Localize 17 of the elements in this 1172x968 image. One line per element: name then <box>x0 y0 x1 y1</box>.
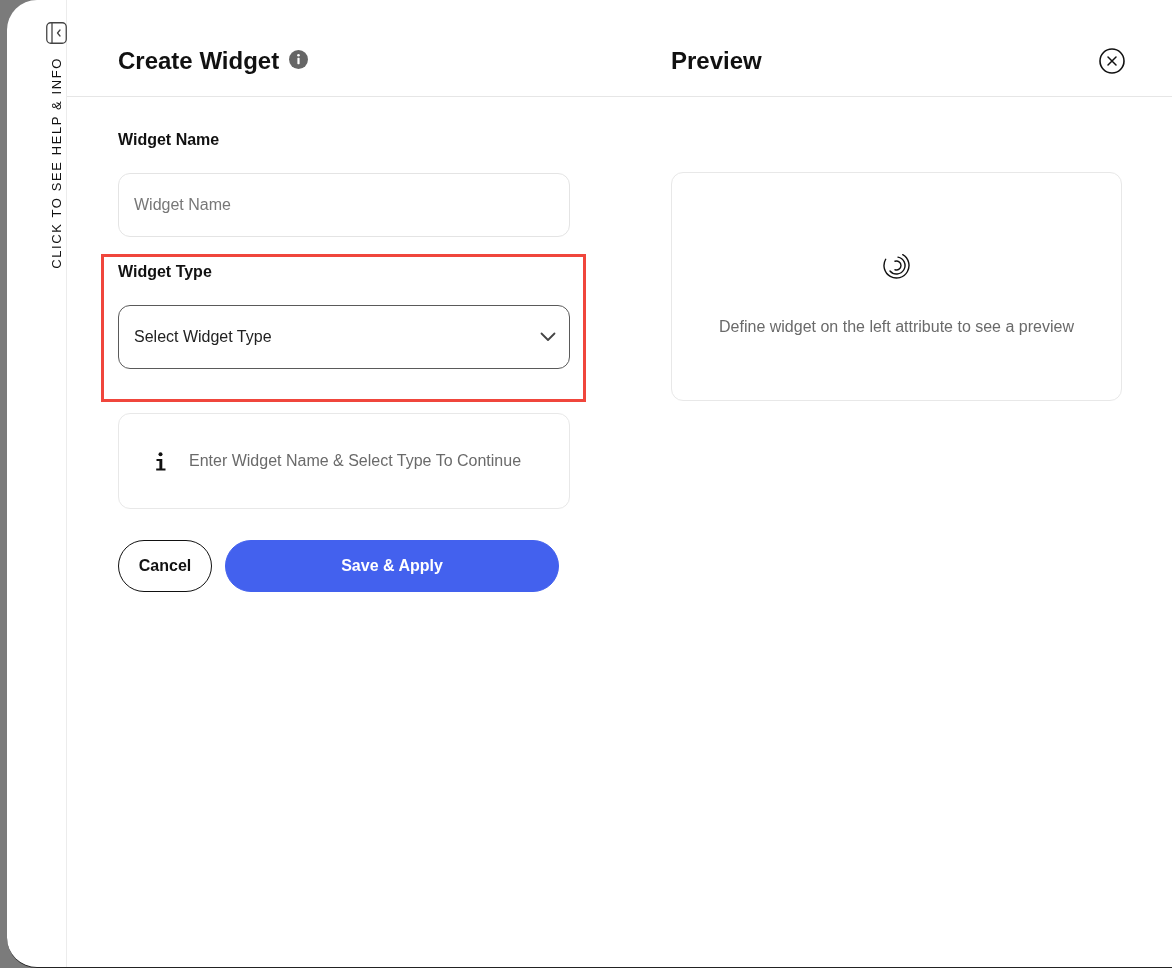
input-field[interactable]: Widget Name <box>118 173 570 237</box>
cancel-button[interactable]: Cancel <box>118 540 212 592</box>
select-field[interactable]: Select Widget Type <box>118 305 570 369</box>
preview-title: Preview <box>671 46 763 76</box>
field-label: Widget Type <box>118 262 213 282</box>
spinner-icon <box>883 252 910 279</box>
info-icon <box>155 451 167 471</box>
help-info-label[interactable]: CLICK TO SEE HELP & INFO <box>50 57 64 269</box>
field-label: Widget Name <box>118 130 221 150</box>
chevron-down-icon <box>540 332 556 342</box>
save-apply-button[interactable]: Save & Apply <box>225 540 559 592</box>
preview-message: Define widget on the left attribute to see a preview <box>719 318 1074 336</box>
info-icon[interactable] <box>289 50 309 69</box>
collapse-panel-icon[interactable] <box>46 22 67 44</box>
notice-text: Enter Widget Name & Select Type To Continue <box>189 452 522 470</box>
close-icon[interactable] <box>1099 48 1125 74</box>
form-title: Create Widget <box>118 46 280 76</box>
